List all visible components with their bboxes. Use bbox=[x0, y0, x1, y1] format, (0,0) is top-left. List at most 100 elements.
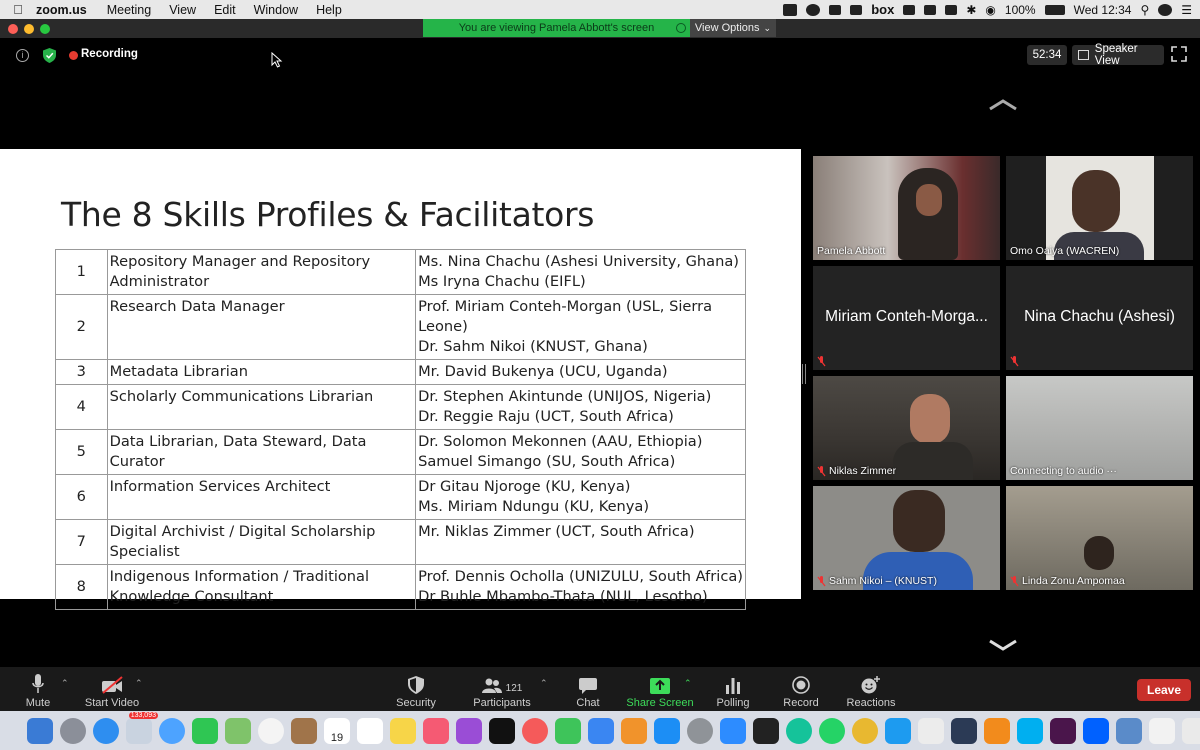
skill-profile: Digital Archivist / Digital Scholarship … bbox=[106, 519, 417, 565]
reactions-label: Reactions bbox=[846, 697, 896, 709]
participant-tile-omo[interactable]: Omo Oaiya (WACREN) bbox=[1006, 156, 1193, 260]
menu-edit[interactable]: Edit bbox=[214, 3, 236, 17]
vlc-icon[interactable] bbox=[984, 717, 1010, 744]
row-number: 7 bbox=[55, 519, 108, 565]
safari-icon[interactable] bbox=[93, 717, 119, 744]
hexagon-status-icon[interactable] bbox=[924, 4, 937, 15]
spotlight-search-icon[interactable]: ⚲ bbox=[1140, 3, 1149, 17]
skype-icon[interactable] bbox=[1017, 717, 1043, 744]
participant-tile-niklas[interactable]: Niklas Zimmer bbox=[813, 376, 1000, 480]
maps-icon[interactable] bbox=[225, 717, 251, 744]
reminders-icon[interactable] bbox=[357, 717, 383, 744]
notification-center-icon[interactable]: ☰ bbox=[1181, 3, 1192, 17]
cloud-status-icon[interactable] bbox=[903, 4, 916, 15]
maximize-window-button[interactable] bbox=[40, 24, 50, 34]
chat-button[interactable]: Chat bbox=[568, 674, 608, 709]
notes-icon[interactable] bbox=[390, 717, 416, 744]
participant-tile-pamela[interactable]: Pamela Abbott bbox=[813, 156, 1000, 260]
slack-icon[interactable] bbox=[1050, 717, 1076, 744]
share-screen-label: Share Screen bbox=[626, 697, 694, 709]
encryption-shield-icon[interactable] bbox=[43, 48, 56, 63]
box-status-label[interactable]: box bbox=[871, 2, 894, 17]
chrome-icon[interactable] bbox=[852, 717, 878, 744]
facetime-icon[interactable] bbox=[192, 717, 218, 744]
launchpad-icon[interactable] bbox=[60, 717, 86, 744]
participant-tile-connecting[interactable]: Connecting to audio ··· bbox=[1006, 376, 1193, 480]
battery-icon[interactable] bbox=[1044, 4, 1065, 15]
wifi-app-icon[interactable] bbox=[885, 717, 911, 744]
battery-percent[interactable]: 100% bbox=[1005, 3, 1036, 17]
minimize-window-button[interactable] bbox=[24, 24, 34, 34]
finder-icon[interactable] bbox=[27, 717, 53, 744]
screen-status-icon[interactable] bbox=[945, 4, 958, 15]
numbers-icon[interactable] bbox=[555, 717, 581, 744]
mute-button[interactable]: Mute bbox=[20, 674, 56, 709]
polling-button[interactable]: Polling bbox=[712, 674, 754, 709]
row-number: 2 bbox=[55, 294, 108, 360]
music-icon[interactable] bbox=[423, 717, 449, 744]
drive-status-icon[interactable] bbox=[850, 4, 863, 15]
downloads-folder-icon[interactable] bbox=[1182, 717, 1200, 744]
view-options-button[interactable]: View Options ⌄ bbox=[690, 19, 776, 37]
menu-help[interactable]: Help bbox=[316, 3, 342, 17]
photos-icon[interactable] bbox=[258, 717, 284, 744]
check-status-icon[interactable] bbox=[806, 3, 821, 16]
dropbox-status-icon[interactable] bbox=[829, 4, 842, 15]
menu-view[interactable]: View bbox=[169, 3, 196, 17]
reactions-button[interactable]: Reactions bbox=[846, 674, 896, 709]
record-button[interactable]: Record bbox=[780, 674, 822, 709]
menu-app-name[interactable]: zoom.us bbox=[36, 3, 87, 17]
apple-icon[interactable]:  bbox=[0, 2, 36, 17]
app-store-icon[interactable] bbox=[654, 717, 680, 744]
preview-icon[interactable] bbox=[1116, 717, 1142, 744]
document-icon[interactable] bbox=[918, 717, 944, 744]
participants-button[interactable]: 121 Participants bbox=[470, 674, 534, 709]
participants-icon bbox=[481, 678, 502, 693]
podcasts-icon[interactable] bbox=[456, 717, 482, 744]
audio-options-caret-icon[interactable]: ⌃ bbox=[61, 678, 69, 689]
menu-window[interactable]: Window bbox=[254, 3, 298, 17]
pages-icon[interactable] bbox=[621, 717, 647, 744]
bluetooth-icon[interactable]: ✱ bbox=[966, 3, 976, 17]
terminal-icon[interactable] bbox=[753, 717, 779, 744]
chevron-down-icon[interactable] bbox=[988, 639, 1018, 651]
news-icon[interactable] bbox=[522, 717, 548, 744]
terminal-shortcut-icon[interactable] bbox=[951, 717, 977, 744]
document-stack-icon[interactable] bbox=[1149, 717, 1175, 744]
participant-name: Sahm Nikoi – (KNUST) bbox=[817, 575, 937, 587]
chevron-up-icon[interactable] bbox=[988, 99, 1018, 111]
participant-tile-linda[interactable]: Linda Zonu Ampomaa bbox=[1006, 486, 1193, 590]
leave-button[interactable]: Leave bbox=[1137, 679, 1191, 701]
video-options-caret-icon[interactable]: ⌃ bbox=[135, 678, 143, 689]
share-options-caret-icon[interactable]: ⌃ bbox=[684, 678, 692, 689]
participants-options-caret-icon[interactable]: ⌃ bbox=[540, 678, 548, 689]
panel-resize-handle[interactable] bbox=[802, 364, 806, 384]
participant-tile-nina[interactable]: Nina Chachu (Ashesi) bbox=[1006, 266, 1193, 370]
grammarly-icon[interactable] bbox=[786, 717, 812, 744]
wifi-icon[interactable]: ◉ bbox=[985, 3, 995, 17]
apple-tv-icon[interactable] bbox=[489, 717, 515, 744]
messages-icon[interactable] bbox=[159, 717, 185, 744]
meeting-info-icon[interactable]: i bbox=[16, 49, 29, 62]
keynote-icon[interactable] bbox=[588, 717, 614, 744]
skill-profile: Metadata Librarian bbox=[106, 359, 417, 385]
menu-clock[interactable]: Wed 12:34 bbox=[1074, 3, 1132, 17]
system-preferences-icon[interactable] bbox=[687, 717, 713, 744]
siri-icon[interactable] bbox=[1158, 3, 1173, 16]
whatsapp-icon[interactable] bbox=[819, 717, 845, 744]
recording-label[interactable]: Recording bbox=[81, 48, 138, 60]
mail-icon[interactable]: 133,093 bbox=[126, 711, 158, 744]
zoom-status-icon[interactable] bbox=[783, 3, 798, 16]
contacts-icon[interactable] bbox=[291, 717, 317, 744]
dropbox-icon[interactable] bbox=[1083, 717, 1109, 744]
speaker-view-button[interactable]: Speaker View bbox=[1072, 43, 1164, 67]
calendar-icon[interactable]: 19 bbox=[324, 717, 350, 744]
zoom-icon[interactable] bbox=[720, 717, 746, 744]
security-button[interactable]: Security bbox=[392, 674, 440, 709]
table-row: 7 Digital Archivist / Digital Scholarshi… bbox=[55, 519, 746, 565]
participant-tile-sahm[interactable]: Sahm Nikoi – (KNUST) bbox=[813, 486, 1000, 590]
menu-meeting[interactable]: Meeting bbox=[107, 3, 151, 17]
participant-tile-miriam[interactable]: Miriam Conteh-Morga... bbox=[813, 266, 1000, 370]
fullscreen-icon[interactable] bbox=[1171, 46, 1187, 62]
close-window-button[interactable] bbox=[8, 24, 18, 34]
